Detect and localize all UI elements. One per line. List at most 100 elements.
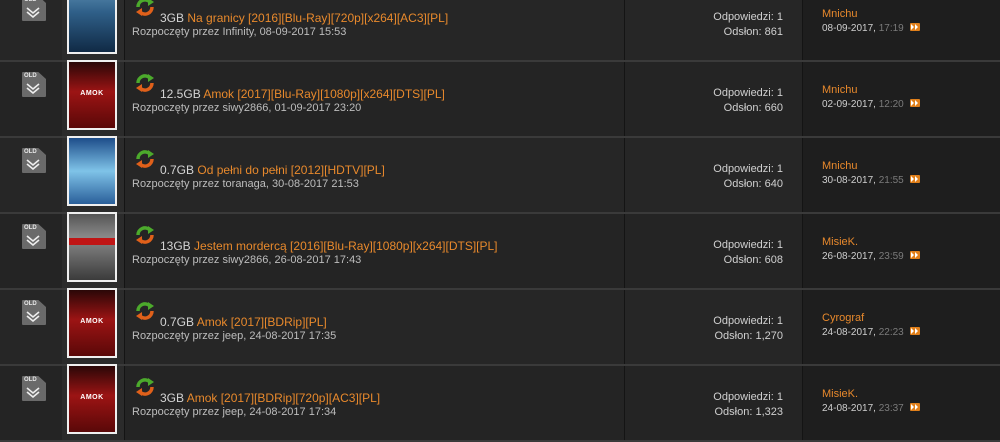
thread-starter: Rozpoczęty przez siwy2866, 26-08-2017 17… [132,254,362,266]
thread-size: 3GB [160,11,185,25]
thread-status-cell: OLD [0,138,63,212]
thread-title-line: 12.5GB Amok [2017][Blu-Ray][1080p][x264]… [160,87,445,101]
thread-title-link[interactable]: Amok [2017][BDRip][PL] [197,315,327,329]
refresh-icon [136,74,154,92]
old-badge: OLD [24,225,37,231]
thread-size: 0.7GB [160,315,195,329]
replies-count: Odpowiedzi: 1 [713,163,783,175]
last-post-cell: Mnichu 02-09-2017, 12:20 [802,62,1000,136]
last-post-user-link[interactable]: Mnichu [822,84,857,96]
views-count: Odsłon: 640 [723,178,783,190]
thread-size: 0.7GB [160,163,195,177]
last-post-date: 08-09-2017, 17:19 [822,23,920,34]
last-post-cell: Mnichu 08-09-2017, 17:19 [802,0,1000,60]
replies-count: Odpowiedzi: 1 [713,87,783,99]
amok-poster[interactable]: AMOK [67,288,117,358]
old-thread-file-icon: OLD [22,72,46,97]
thread-title-link[interactable]: Od pełni do pełni [2012][HDTV][PL] [197,163,384,177]
thread-row[interactable]: OLD AMOK 0.7GB Amok [2017][BDRip][PL] Ro… [0,288,1000,366]
thread-title-line: 3GB Amok [2017][BDRip][720p][AC3][PL] [160,391,380,405]
thread-starter: Rozpoczęty przez jeep, 24-08-2017 17:34 [132,406,337,418]
last-post-date: 30-08-2017, 21:55 [822,175,920,186]
go-to-last-post-icon[interactable] [909,175,920,184]
refresh-icon [136,378,154,396]
go-to-last-post-icon[interactable] [909,23,920,32]
refresh-icon [136,0,154,16]
thread-row[interactable]: OLD 0.7GB Od pełni do pełni [2012][HDTV]… [0,136,1000,214]
na-granicy-poster[interactable] [67,0,117,54]
last-post-date: 24-08-2017, 22:23 [822,327,920,338]
go-to-last-post-icon[interactable] [909,251,920,260]
thread-stats-cell: Odpowiedzi: 1 Odsłon: 1,323 [624,366,803,440]
old-badge: OLD [24,149,37,155]
go-to-last-post-icon[interactable] [909,327,920,336]
thread-title-link[interactable]: Amok [2017][Blu-Ray][1080p][x264][DTS][P… [203,87,444,101]
last-post-date: 26-08-2017, 23:59 [822,251,920,262]
thread-title-line: 0.7GB Amok [2017][BDRip][PL] [160,315,327,329]
replies-count: Odpowiedzi: 1 [713,239,783,251]
thread-title-line: 0.7GB Od pełni do pełni [2012][HDTV][PL] [160,163,385,177]
thread-topic-cell: 12.5GB Amok [2017][Blu-Ray][1080p][x264]… [124,62,624,136]
views-count: Odsłon: 1,270 [714,330,783,342]
thread-list: OLD 3GB Na granicy [2016][Blu-Ray][720p]… [0,0,1000,442]
last-post-user-link[interactable]: Mnichu [822,160,857,172]
thread-topic-cell: 13GB Jestem mordercą [2016][Blu-Ray][108… [124,214,624,288]
thread-status-cell: OLD [0,366,63,440]
replies-count: Odpowiedzi: 1 [713,391,783,403]
last-post-cell: Mnichu 30-08-2017, 21:55 [802,138,1000,212]
thread-row[interactable]: OLD 3GB Na granicy [2016][Blu-Ray][720p]… [0,0,1000,62]
thread-poster-cell: AMOK [62,364,125,440]
replies-count: Odpowiedzi: 1 [713,11,783,23]
views-count: Odsłon: 861 [723,26,783,38]
last-post-cell: MisieK. 26-08-2017, 23:59 [802,214,1000,288]
thread-topic-cell: 0.7GB Amok [2017][BDRip][PL] Rozpoczęty … [124,290,624,364]
thread-poster-cell [62,212,125,288]
thread-stats-cell: Odpowiedzi: 1 Odsłon: 640 [624,138,803,212]
od-pelni-do-pelni-poster[interactable] [67,136,117,206]
thread-starter: Rozpoczęty przez jeep, 24-08-2017 17:35 [132,330,337,342]
last-post-user-link[interactable]: MisieK. [822,388,858,400]
old-thread-file-icon: OLD [22,224,46,249]
thread-topic-cell: 3GB Amok [2017][BDRip][720p][AC3][PL] Ro… [124,366,624,440]
old-thread-file-icon: OLD [22,376,46,401]
thread-row[interactable]: OLD 13GB Jestem mordercą [2016][Blu-Ray]… [0,212,1000,290]
old-badge: OLD [24,73,37,79]
thread-title-line: 13GB Jestem mordercą [2016][Blu-Ray][108… [160,239,498,253]
old-badge: OLD [24,301,37,307]
thread-topic-cell: 3GB Na granicy [2016][Blu-Ray][720p][x26… [124,0,624,60]
replies-count: Odpowiedzi: 1 [713,315,783,327]
thread-stats-cell: Odpowiedzi: 1 Odsłon: 608 [624,214,803,288]
amok-poster[interactable]: AMOK [67,60,117,130]
thread-row[interactable]: OLD AMOK 12.5GB Amok [2017][Blu-Ray][108… [0,60,1000,138]
thread-row[interactable]: OLD AMOK 3GB Amok [2017][BDRip][720p][AC… [0,364,1000,442]
thread-starter: Rozpoczęty przez toranaga, 30-08-2017 21… [132,178,359,190]
go-to-last-post-icon[interactable] [909,403,920,412]
thread-title-link[interactable]: Amok [2017][BDRip][720p][AC3][PL] [187,391,380,405]
refresh-icon [136,150,154,168]
last-post-cell: Cyrograf 24-08-2017, 22:23 [802,290,1000,364]
thread-size: 13GB [160,239,191,253]
thread-poster-cell [62,136,125,212]
refresh-icon [136,302,154,320]
thread-status-cell: OLD [0,62,63,136]
thread-title-link[interactable]: Na granicy [2016][Blu-Ray][720p][x264][A… [187,11,448,25]
thread-stats-cell: Odpowiedzi: 1 Odsłon: 1,270 [624,290,803,364]
thread-poster-cell: AMOK [62,60,125,136]
old-thread-file-icon: OLD [22,0,46,21]
views-count: Odsłon: 1,323 [714,406,783,418]
last-post-date: 02-09-2017, 12:20 [822,99,920,110]
go-to-last-post-icon[interactable] [909,99,920,108]
last-post-user-link[interactable]: MisieK. [822,236,858,248]
refresh-icon [136,226,154,244]
thread-starter: Rozpoczęty przez siwy2866, 01-09-2017 23… [132,102,362,114]
last-post-user-link[interactable]: Cyrograf [822,312,864,324]
thread-title-link[interactable]: Jestem mordercą [2016][Blu-Ray][1080p][x… [194,239,497,253]
thread-starter: Rozpoczęty przez Infinity, 08-09-2017 15… [132,26,347,38]
thread-stats-cell: Odpowiedzi: 1 Odsłon: 861 [624,0,803,60]
jestem-morderca-poster[interactable] [67,212,117,282]
last-post-date: 24-08-2017, 23:37 [822,403,920,414]
old-badge: OLD [24,377,37,383]
last-post-user-link[interactable]: Mnichu [822,8,857,20]
old-thread-file-icon: OLD [22,300,46,325]
amok-poster[interactable]: AMOK [67,364,117,434]
